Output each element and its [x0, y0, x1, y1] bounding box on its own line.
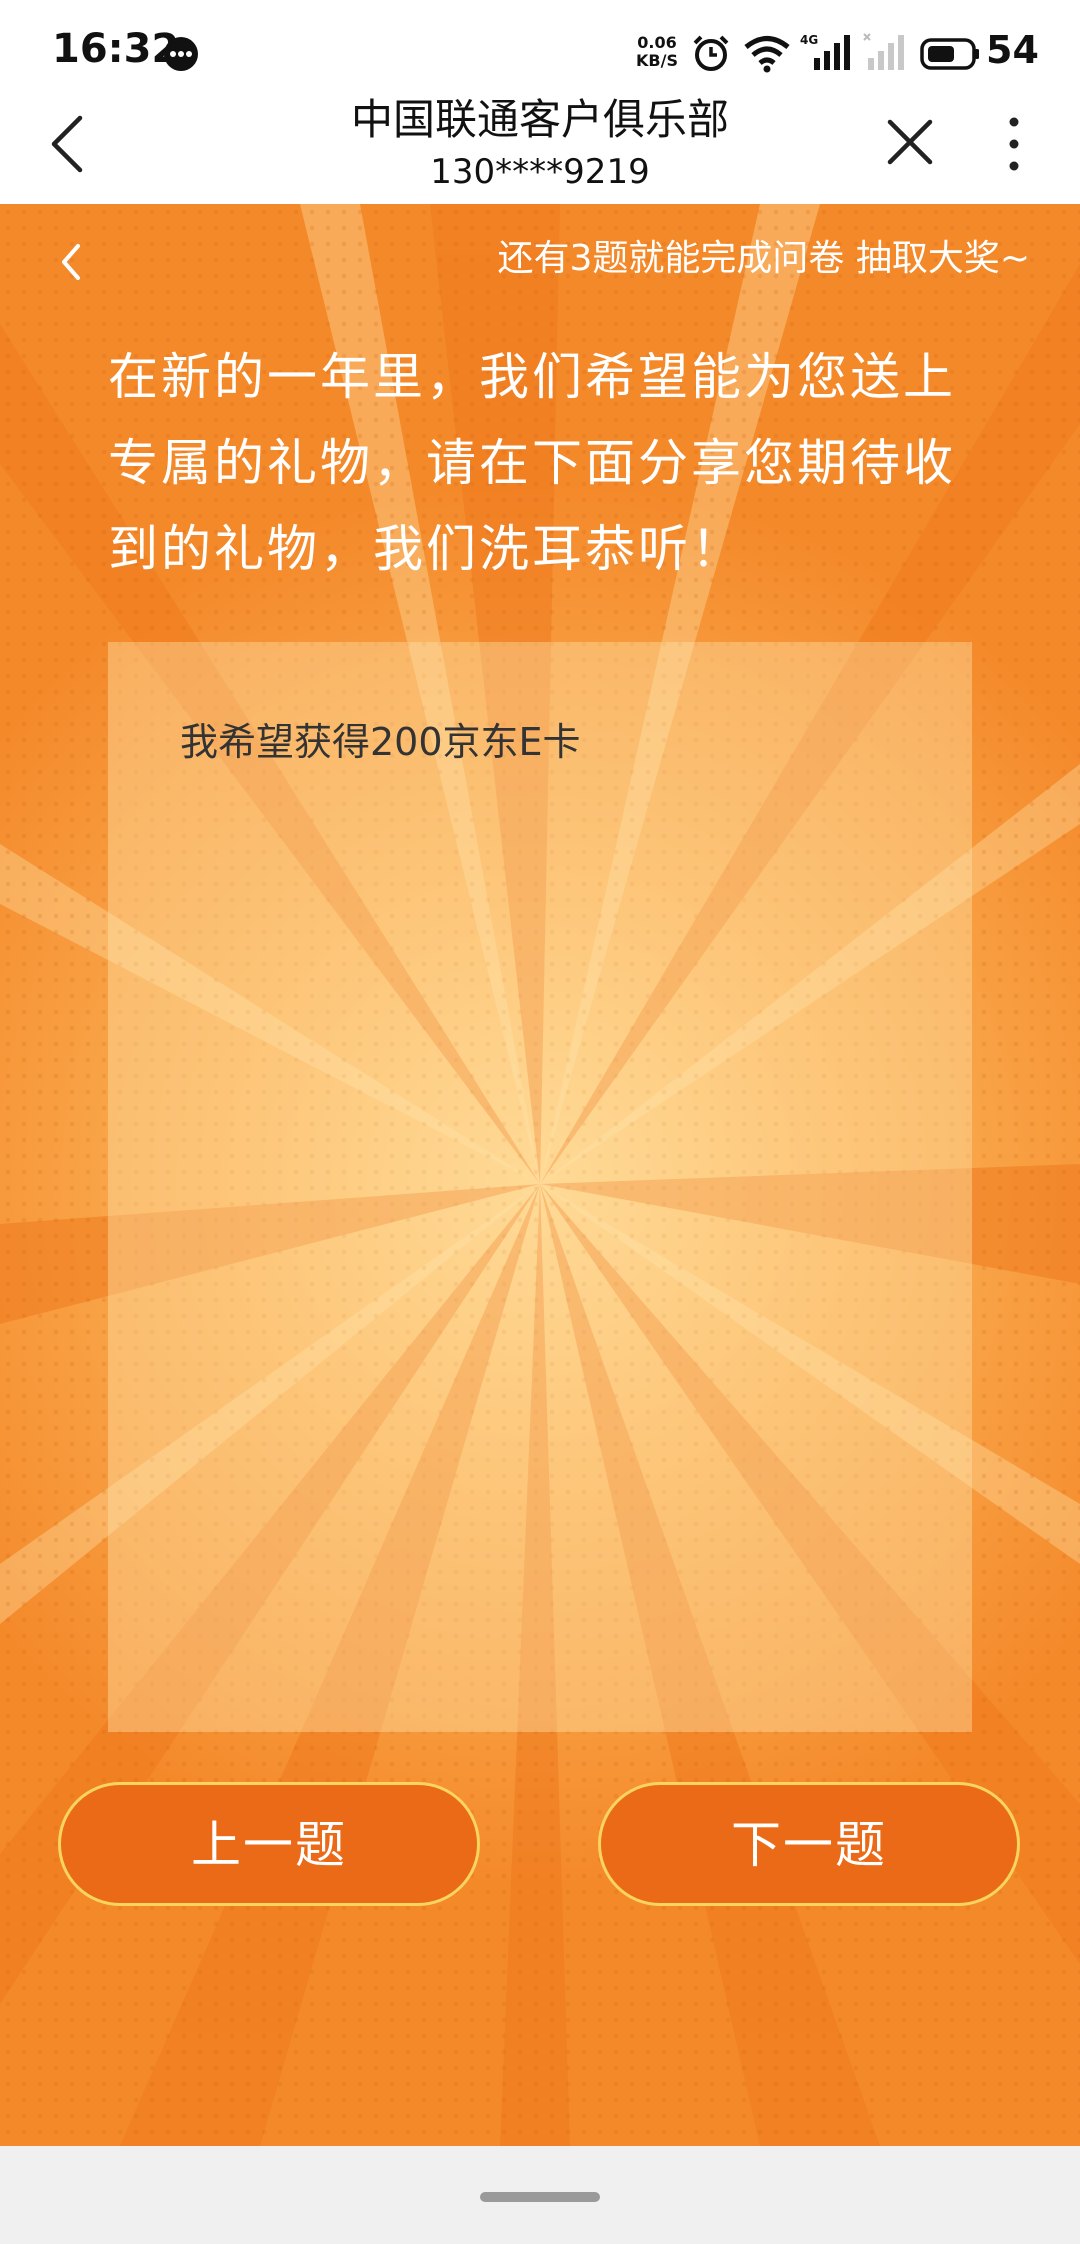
- navigation-gesture-area: [0, 2146, 1080, 2244]
- survey-page: 还有3题就能完成问卷 抽取大奖~ 在新的一年里，我们希望能为您送上专属的礼物，请…: [0, 204, 1080, 2146]
- survey-back-button[interactable]: [56, 240, 84, 284]
- network-speed: 0.06 KB/S: [632, 34, 682, 70]
- signal-no-sim-icon: [863, 33, 904, 70]
- network-speed-value: 0.06: [637, 33, 677, 52]
- status-time: 16:32: [52, 26, 180, 72]
- battery-icon: [920, 38, 979, 70]
- answer-textarea[interactable]: 我希望获得200京东E卡: [108, 642, 972, 1732]
- alarm-icon: [693, 35, 729, 71]
- status-bar: 16:32 0.06 KB/S 4G 54: [0, 0, 1080, 96]
- network-type-label: 4G: [800, 33, 818, 47]
- message-icon: [164, 37, 198, 71]
- next-question-button[interactable]: 下一题: [598, 1782, 1020, 1906]
- network-speed-unit: KB/S: [636, 51, 678, 70]
- previous-question-button[interactable]: 上一题: [58, 1782, 480, 1906]
- battery-level: 54: [986, 28, 1039, 72]
- wifi-icon: [744, 36, 790, 73]
- survey-progress-text: 还有3题就能完成问卷 抽取大奖~: [497, 238, 1030, 279]
- signal-icon: 4G: [800, 33, 850, 70]
- more-options-button[interactable]: [1000, 114, 1028, 174]
- webview-header: 中国联通客户俱乐部 130****9219: [0, 96, 1080, 204]
- close-button[interactable]: [884, 116, 936, 168]
- home-gesture-handle[interactable]: [480, 2192, 600, 2202]
- question-text: 在新的一年里，我们希望能为您送上专属的礼物，请在下面分享您期待收到的礼物，我们洗…: [108, 348, 956, 578]
